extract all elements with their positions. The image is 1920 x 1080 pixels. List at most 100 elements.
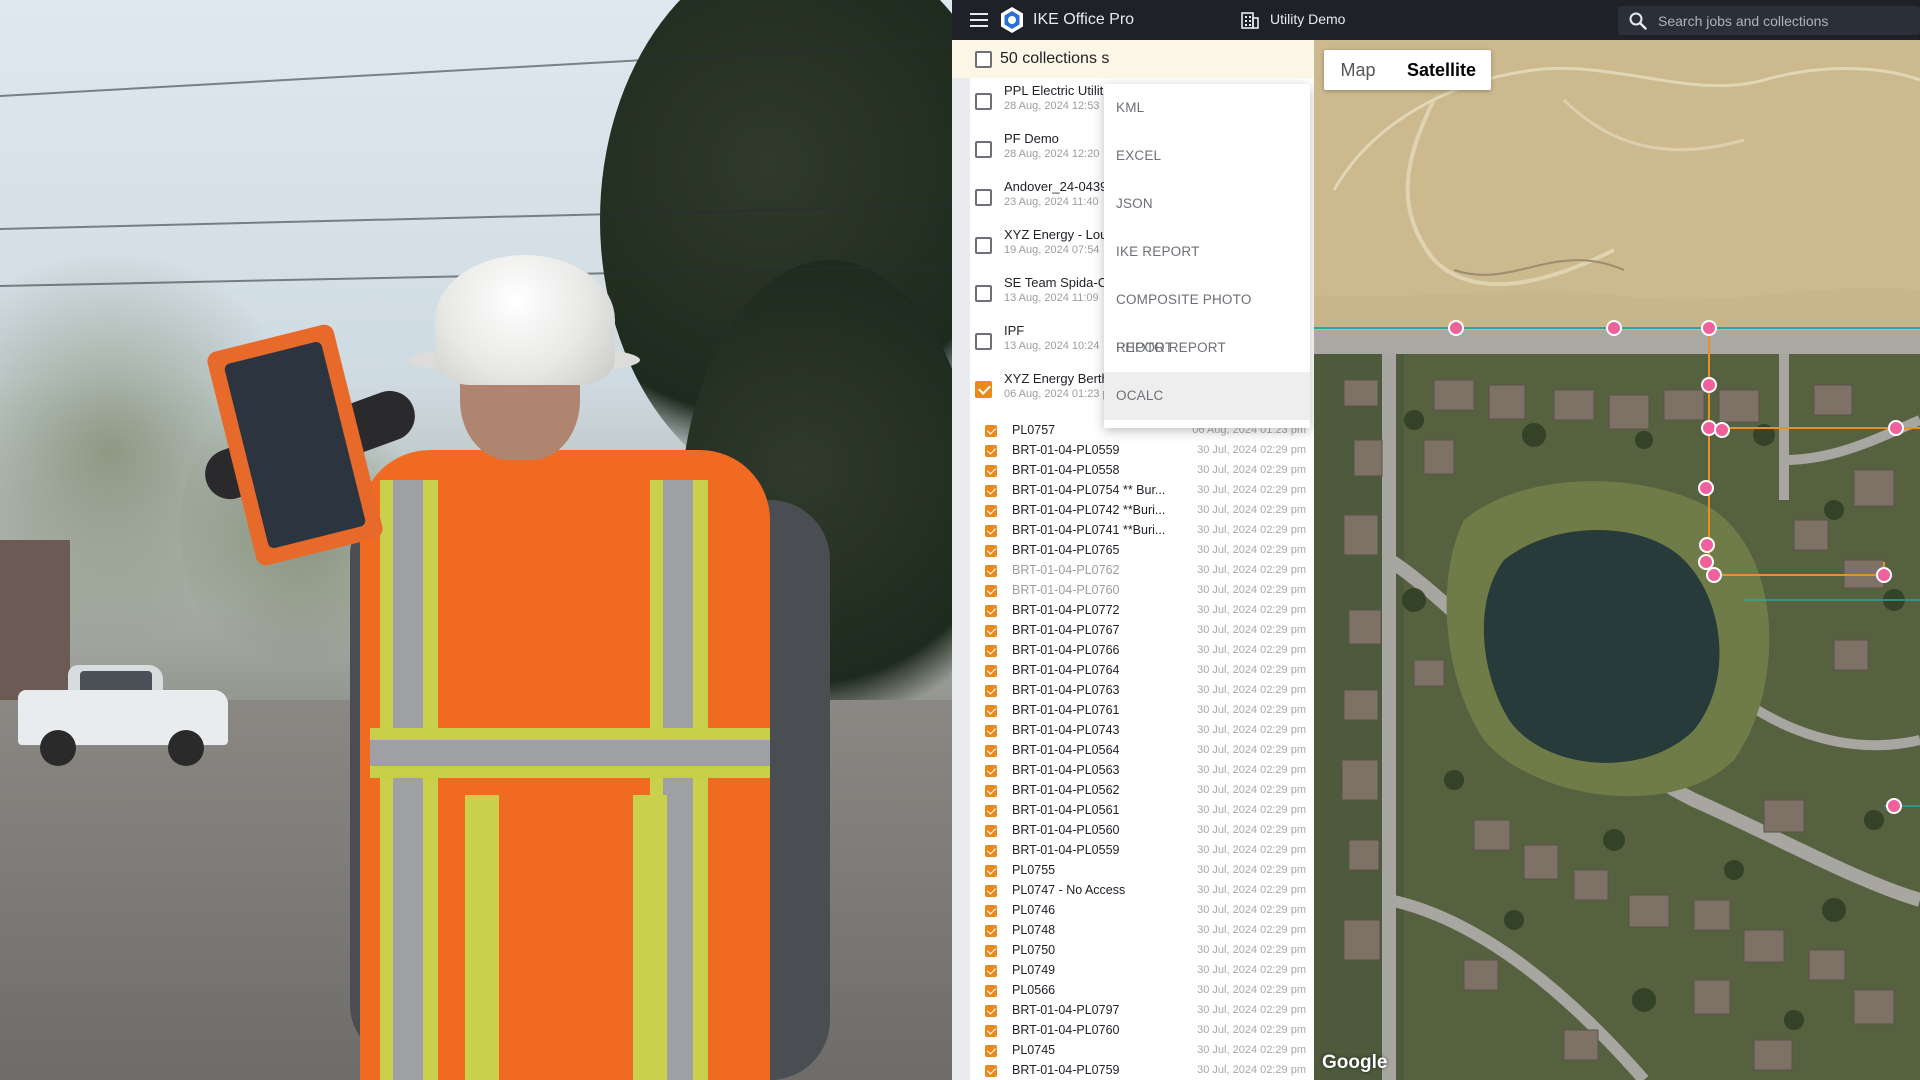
org-name[interactable]: Utility Demo xyxy=(1270,11,1345,27)
pole-checkbox[interactable] xyxy=(985,805,997,817)
pole-row[interactable]: BRT-01-04-PL0760 30 Jul, 2024 02:29 pm xyxy=(952,1021,1314,1041)
pole-checkbox[interactable] xyxy=(985,845,997,857)
map-type-map-button[interactable]: Map xyxy=(1324,50,1392,90)
building-icon xyxy=(1241,12,1259,29)
collection-checkbox[interactable] xyxy=(975,333,992,350)
pole-row[interactable]: PL0748 30 Jul, 2024 02:29 pm xyxy=(952,921,1314,941)
pole-checkbox[interactable] xyxy=(985,825,997,837)
pole-row[interactable]: BRT-01-04-PL0741 **Buri... 30 Jul, 2024 0… xyxy=(952,521,1314,541)
pole-name: BRT-01-04-PL0764 xyxy=(1012,663,1120,677)
pole-checkbox[interactable] xyxy=(985,1065,997,1077)
pole-checkbox[interactable] xyxy=(985,625,997,637)
pole-row[interactable]: BRT-01-04-PL0559 30 Jul, 2024 02:29 pm xyxy=(952,441,1314,461)
pole-row[interactable]: PL0745 30 Jul, 2024 02:29 pm xyxy=(952,1041,1314,1061)
pole-checkbox[interactable] xyxy=(985,585,997,597)
pole-row[interactable]: BRT-01-04-PL0797 30 Jul, 2024 02:29 pm xyxy=(952,1001,1314,1021)
pole-row[interactable]: BRT-01-04-PL0743 30 Jul, 2024 02:29 pm xyxy=(952,721,1314,741)
pole-row[interactable]: PL0749 30 Jul, 2024 02:29 pm xyxy=(952,961,1314,981)
pole-checkbox[interactable] xyxy=(985,1045,997,1057)
pole-row[interactable]: BRT-01-04-PL0559 30 Jul, 2024 02:29 pm xyxy=(952,841,1314,861)
export-option-ike-report[interactable]: IKE REPORT xyxy=(1104,228,1310,276)
pole-checkbox[interactable] xyxy=(985,685,997,697)
pole-checkbox[interactable] xyxy=(985,985,997,997)
collection-checkbox[interactable] xyxy=(975,381,992,398)
pole-checkbox[interactable] xyxy=(985,745,997,757)
pole-name: BRT-01-04-PL0766 xyxy=(1012,643,1120,657)
pole-row[interactable]: PL0566 30 Jul, 2024 02:29 pm xyxy=(952,981,1314,1001)
pole-checkbox[interactable] xyxy=(985,465,997,477)
pickup-truck xyxy=(18,665,228,766)
pole-checkbox[interactable] xyxy=(985,565,997,577)
pole-checkbox[interactable] xyxy=(985,525,997,537)
pole-row[interactable]: BRT-01-04-PL0742 **Buri... 30 Jul, 2024 0… xyxy=(952,501,1314,521)
pole-name: BRT-01-04-PL0560 xyxy=(1012,823,1120,837)
pole-name: BRT-01-04-PL0564 xyxy=(1012,743,1120,757)
pole-date: 30 Jul, 2024 02:29 pm xyxy=(1197,984,1306,996)
pole-checkbox[interactable] xyxy=(985,485,997,497)
pole-checkbox[interactable] xyxy=(985,1025,997,1037)
pole-row[interactable]: BRT-01-04-PL0564 30 Jul, 2024 02:29 pm xyxy=(952,741,1314,761)
collection-checkbox[interactable] xyxy=(975,237,992,254)
pole-checkbox[interactable] xyxy=(985,945,997,957)
pole-row[interactable]: BRT-01-04-PL0765 30 Jul, 2024 02:29 pm xyxy=(952,541,1314,561)
pole-row[interactable]: BRT-01-04-PL0562 30 Jul, 2024 02:29 pm xyxy=(952,781,1314,801)
collection-date: 28 Aug, 2024 12:53 xyxy=(1004,100,1100,112)
pole-row[interactable]: BRT-01-04-PL0560 30 Jul, 2024 02:29 pm xyxy=(952,821,1314,841)
pole-row[interactable]: BRT-01-04-PL0754 ** Bur... 30 Jul, 2024 0… xyxy=(952,481,1314,501)
pole-checkbox[interactable] xyxy=(985,725,997,737)
collection-checkbox[interactable] xyxy=(975,93,992,110)
pole-row[interactable]: BRT-01-04-PL0563 30 Jul, 2024 02:29 pm xyxy=(952,761,1314,781)
pole-name: PL0755 xyxy=(1012,863,1056,877)
pole-checkbox[interactable] xyxy=(985,1005,997,1017)
pole-checkbox[interactable] xyxy=(985,765,997,777)
pole-checkbox[interactable] xyxy=(985,965,997,977)
pole-checkbox[interactable] xyxy=(985,425,997,437)
pole-checkbox[interactable] xyxy=(985,905,997,917)
satellite-map[interactable]: Map Satellite Google xyxy=(1314,40,1920,1080)
pole-checkbox[interactable] xyxy=(985,705,997,717)
hamburger-menu-icon[interactable] xyxy=(970,13,988,27)
pole-checkbox[interactable] xyxy=(985,445,997,457)
pole-row[interactable]: BRT-01-04-PL0764 30 Jul, 2024 02:29 pm xyxy=(952,661,1314,681)
pole-checkbox[interactable] xyxy=(985,665,997,677)
pole-row[interactable]: BRT-01-04-PL0767 30 Jul, 2024 02:29 pm xyxy=(952,621,1314,641)
pole-row[interactable]: PL0750 30 Jul, 2024 02:29 pm xyxy=(952,941,1314,961)
collection-checkbox[interactable] xyxy=(975,285,992,302)
collection-checkbox[interactable] xyxy=(975,141,992,158)
pole-row[interactable]: BRT-01-04-PL0766 30 Jul, 2024 02:29 pm xyxy=(952,641,1314,661)
export-option-composite-photo-report[interactable]: COMPOSITE PHOTO REPORT xyxy=(1104,276,1310,355)
collection-checkbox[interactable] xyxy=(975,189,992,206)
pole-checkbox[interactable] xyxy=(985,865,997,877)
export-option-photo-report[interactable]: PHOTO REPORT xyxy=(1104,324,1310,372)
map-type-toggle: Map Satellite xyxy=(1324,50,1491,90)
pole-checkbox[interactable] xyxy=(985,925,997,937)
select-all-checkbox[interactable] xyxy=(975,51,992,68)
pole-checkbox[interactable] xyxy=(985,505,997,517)
pole-checkbox[interactable] xyxy=(985,605,997,617)
pole-checkbox[interactable] xyxy=(985,545,997,557)
pole-row[interactable]: PL0747 - No Access 30 Jul, 2024 02:29 pm xyxy=(952,881,1314,901)
pole-row[interactable]: BRT-01-04-PL0558 30 Jul, 2024 02:29 pm xyxy=(952,461,1314,481)
pole-checkbox[interactable] xyxy=(985,785,997,797)
pole-checkbox[interactable] xyxy=(985,885,997,897)
pole-row[interactable]: PL0755 30 Jul, 2024 02:29 pm xyxy=(952,861,1314,881)
pole-name: BRT-01-04-PL0797 xyxy=(1012,1003,1120,1017)
pole-row[interactable]: BRT-01-04-PL0772 30 Jul, 2024 02:29 pm xyxy=(952,601,1314,621)
map-type-satellite-button[interactable]: Satellite xyxy=(1392,50,1491,90)
pole-row[interactable]: BRT-01-04-PL0761 30 Jul, 2024 02:29 pm xyxy=(952,701,1314,721)
search-input[interactable] xyxy=(1658,10,1908,31)
pole-row[interactable]: BRT-01-04-PL0759 30 Jul, 2024 02:29 pm xyxy=(952,1061,1314,1080)
export-option-ocalc[interactable]: OCALC xyxy=(1104,372,1310,420)
pole-row[interactable]: BRT-01-04-PL0760 30 Jul, 2024 02:29 pm xyxy=(952,581,1314,601)
export-option-json[interactable]: JSON xyxy=(1104,180,1310,228)
export-option-excel[interactable]: EXCEL xyxy=(1104,132,1310,180)
pole-date: 30 Jul, 2024 02:29 pm xyxy=(1197,784,1306,796)
pole-row[interactable]: PL0746 30 Jul, 2024 02:29 pm xyxy=(952,901,1314,921)
collection-name: XYZ Energy - Louis xyxy=(1004,227,1117,242)
search-icon[interactable] xyxy=(1628,11,1648,31)
pole-row[interactable]: BRT-01-04-PL0763 30 Jul, 2024 02:29 pm xyxy=(952,681,1314,701)
export-option-kml[interactable]: KML xyxy=(1104,84,1310,132)
pole-row[interactable]: BRT-01-04-PL0561 30 Jul, 2024 02:29 pm xyxy=(952,801,1314,821)
pole-checkbox[interactable] xyxy=(985,645,997,657)
pole-row[interactable]: BRT-01-04-PL0762 30 Jul, 2024 02:29 pm xyxy=(952,561,1314,581)
